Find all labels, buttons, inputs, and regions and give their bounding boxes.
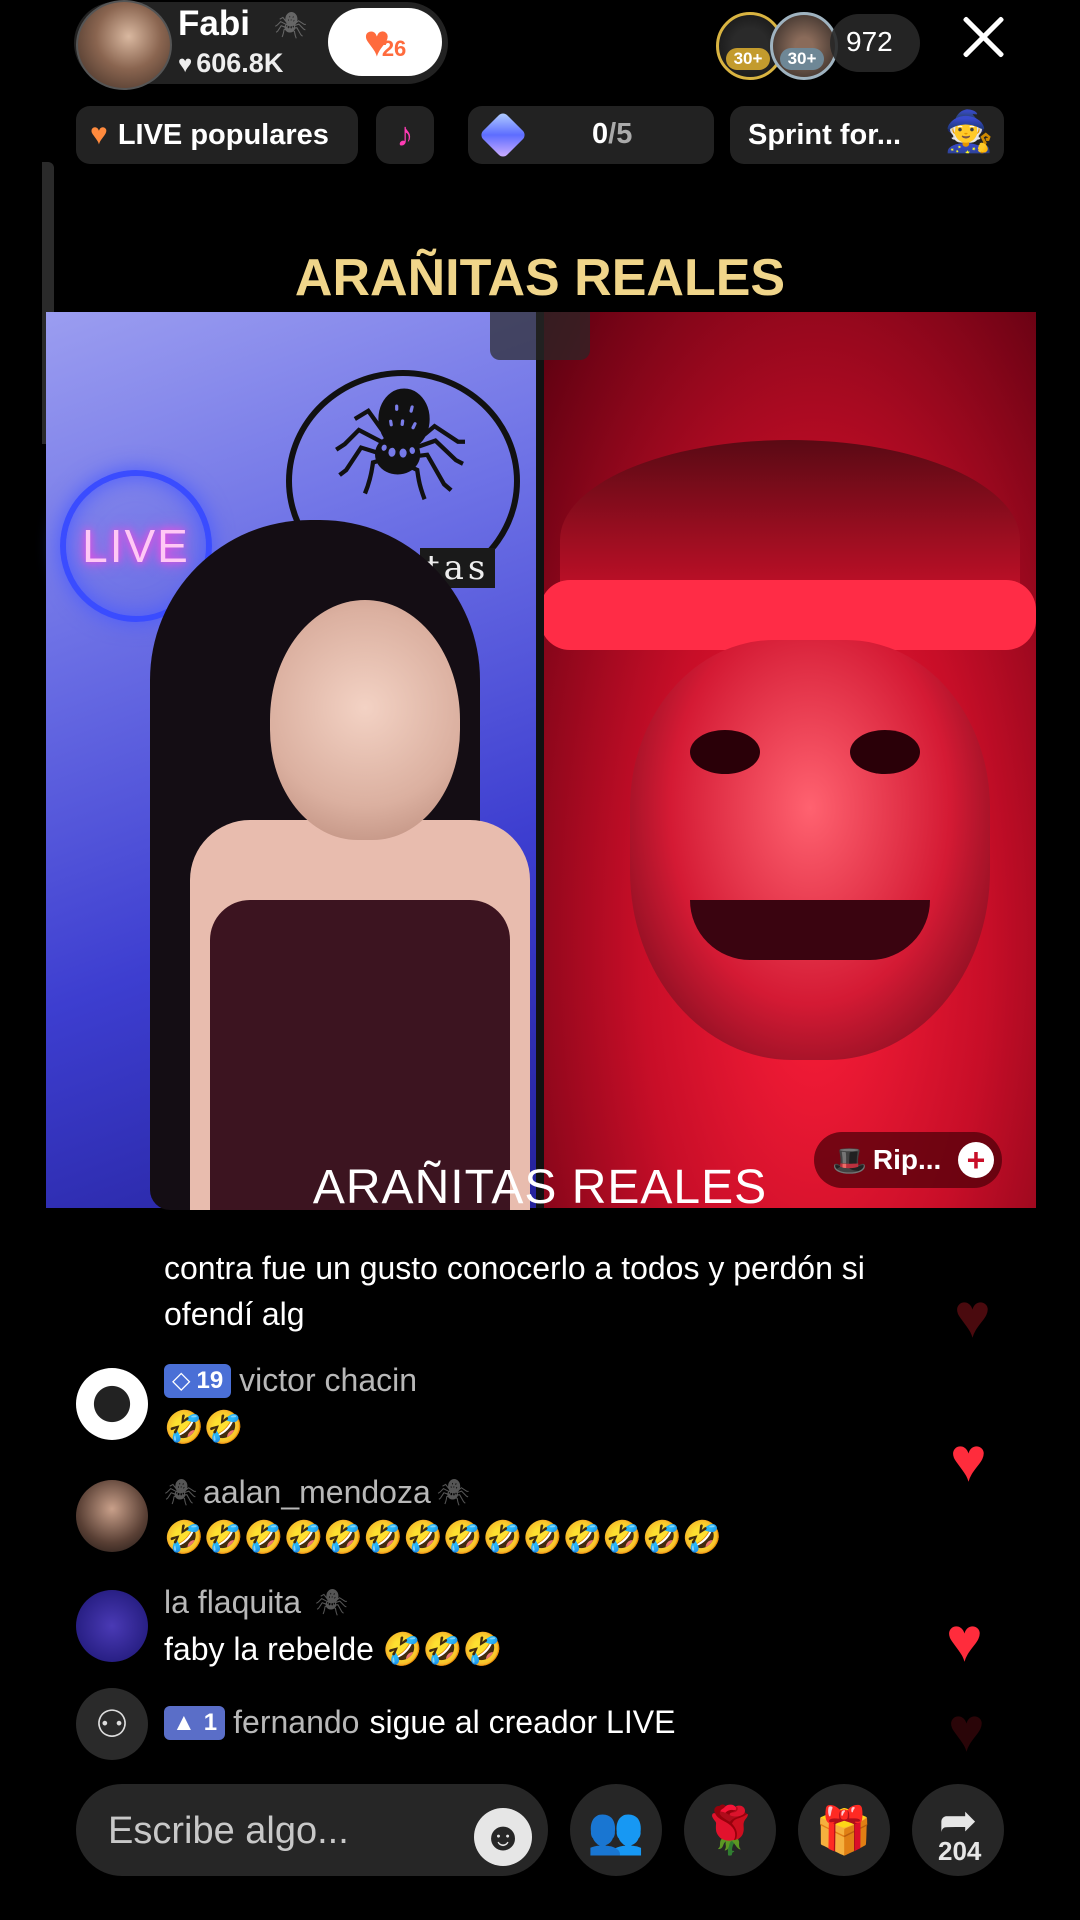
viewer-count: 972	[846, 26, 893, 57]
guest-eye-right	[850, 730, 920, 774]
chat-header: 🕷 aalan_mendoza 🕷	[164, 1474, 470, 1511]
top-hat-icon: 🎩	[832, 1144, 867, 1176]
chat-avatar[interactable]	[76, 1480, 148, 1552]
popular-live-label: LIVE populares	[117, 118, 329, 151]
chat-avatar[interactable]	[76, 1590, 148, 1662]
spider-icon: 🕷	[314, 1587, 348, 1617]
follow-button[interactable]: ♥ 26	[328, 8, 442, 76]
chat-username[interactable]: aalan_mendoza	[203, 1474, 431, 1511]
gift-box-icon[interactable]: 🎁	[798, 1784, 890, 1876]
level-value: 1	[203, 1708, 218, 1736]
spider-icon: 🕷	[436, 1477, 470, 1507]
system-message: ▲ 1 fernando sigue al creador LIVE	[164, 1704, 675, 1741]
share-count: 204	[938, 1836, 982, 1866]
floating-heart-icon: ♥	[950, 1426, 987, 1495]
split-divider	[536, 312, 544, 1208]
heart-icon: ♥	[178, 51, 193, 78]
sprint-pill[interactable]: Sprint for... 🧙	[730, 106, 1004, 164]
chat-partial-line-2: ofendí alg	[164, 1296, 305, 1332]
follow-user-icon: ⚇	[76, 1688, 148, 1760]
guest-name: Rip...	[872, 1144, 942, 1175]
wizard-icon: 🧙	[944, 110, 994, 154]
floating-heart-icon: ♥	[948, 1696, 985, 1765]
close-icon[interactable]	[960, 14, 1006, 60]
heart-icon: ♥	[90, 118, 108, 151]
battle-notch	[490, 312, 590, 360]
level-badge: ◇ 19	[164, 1363, 232, 1398]
level-badge: ▲ 1	[164, 1705, 226, 1740]
guest-face	[630, 640, 990, 1060]
system-message-text: sigue al creador LIVE	[369, 1704, 676, 1740]
chat-partial-line-1: contra fue un gusto conocerlo a todos y …	[164, 1250, 865, 1286]
live-neon-text: LIVE	[82, 520, 190, 572]
follow-level: 26	[381, 36, 407, 61]
add-guest-icon[interactable]: +	[958, 1142, 994, 1178]
host-avatar[interactable]	[76, 0, 172, 90]
goal-current: 0	[592, 118, 609, 150]
spider-badge-icon: 🕷	[274, 10, 308, 40]
chat-avatar[interactable]	[76, 1368, 148, 1440]
goal-pill[interactable]: 0/5	[468, 106, 714, 164]
floating-heart-icon: ♥	[946, 1606, 983, 1675]
host-likes-count: 606.8K	[196, 48, 284, 78]
chat-username[interactable]: victor chacin	[239, 1362, 417, 1399]
host-likes: ♥ 606.8K	[178, 48, 283, 79]
chat-username[interactable]: la flaquita	[164, 1584, 301, 1621]
goal-progress: 0/5	[592, 118, 632, 151]
chat-message: 🤣🤣🤣🤣🤣🤣🤣🤣🤣🤣🤣🤣🤣🤣	[164, 1519, 722, 1555]
chat-header: la flaquita 🕷	[164, 1584, 348, 1621]
rose-gift-icon[interactable]: 🌹	[684, 1784, 776, 1876]
spider-icon: 🕷	[164, 1477, 198, 1507]
diamond-icon: ◇	[172, 1367, 191, 1394]
chat-header: ◇ 19 victor chacin	[164, 1362, 417, 1399]
sprint-label: Sprint for...	[748, 118, 902, 151]
chat-username[interactable]: fernando	[233, 1704, 359, 1741]
guest-eye-left	[690, 730, 760, 774]
emoji-icon[interactable]: ☻	[474, 1808, 532, 1866]
triangle-icon: ▲	[172, 1708, 196, 1736]
guest-mouth	[690, 900, 930, 960]
goal-total: /5	[608, 118, 633, 150]
floating-heart-icon: ♥	[954, 1282, 991, 1351]
comment-placeholder: Escribe algo...	[108, 1810, 349, 1852]
multi-guest-icon[interactable]: 👥	[570, 1784, 662, 1876]
host-name[interactable]: Fabi	[178, 4, 250, 44]
chat-message: 🤣🤣	[164, 1409, 244, 1445]
stream-title: ARAÑITAS REALES	[294, 249, 786, 307]
level-value: 19	[196, 1366, 224, 1394]
chat-message: faby la rebelde 🤣🤣🤣	[164, 1631, 503, 1667]
spider-icon: 🕷	[330, 383, 470, 506]
music-note-icon[interactable]: ♪	[376, 106, 434, 164]
viewer-rank-badge-1: 30+	[726, 48, 770, 70]
popular-live-pill[interactable]: ♥ LIVE populares	[76, 106, 358, 164]
viewer-rank-badge-2: 30+	[780, 48, 824, 70]
host-face	[270, 600, 460, 840]
gem-icon	[478, 110, 528, 160]
